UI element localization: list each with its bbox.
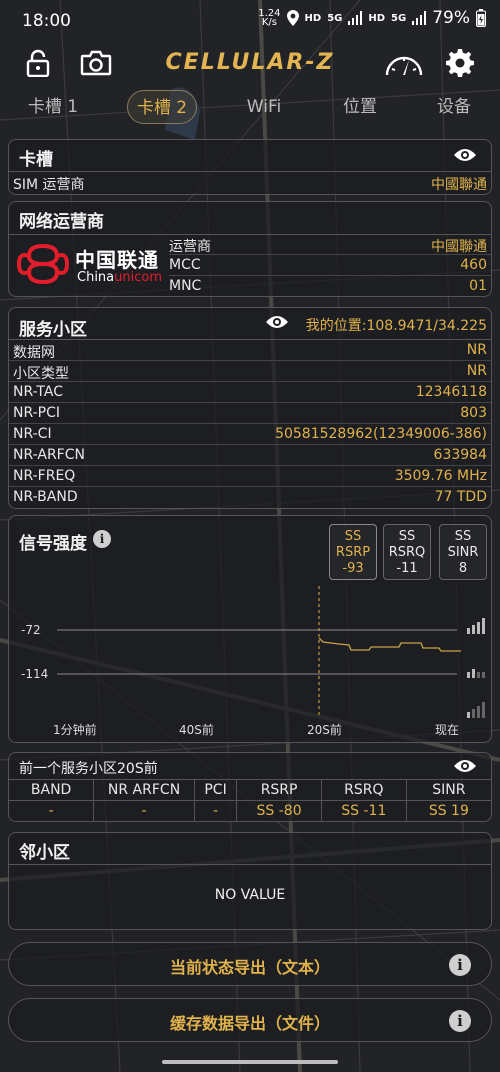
sim-operator-row: SIM 运营商 中國聯通 — [13, 177, 487, 193]
my-location-text: 我的位置:108.9471/34.225 — [305, 318, 487, 334]
status-bar: 18:00 1.24 K/s HD 5G HD 5G 79% — [0, 0, 500, 42]
operator-row: 运营商 中國聯通 — [169, 234, 491, 255]
speedometer-icon — [385, 56, 423, 76]
china-unicom-logo: 中国联通 Chinaunicom — [15, 242, 167, 292]
nr-ci-row: NR-CI 50581528962(12349006-386) — [9, 424, 491, 445]
signal-strength-panel: 信号强度 i SS RSRP -93 SS RSRQ -11 SS SINR 8… — [8, 515, 492, 743]
status-icons: 1.24 K/s HD 5G HD 5G 79% — [258, 8, 486, 28]
mnc-row: MNC 01 — [169, 278, 487, 294]
camera-button[interactable] — [78, 45, 114, 81]
operator-panel-title: 网络运营商 — [19, 212, 104, 232]
eye-icon[interactable] — [453, 145, 477, 165]
export-text-button[interactable]: 当前状态导出（文本） i — [8, 942, 492, 986]
tab-location[interactable]: 位置 — [330, 90, 390, 124]
operator-info-rows: 运营商 中國聯通 MCC 460 MNC 01 — [169, 234, 491, 296]
lock-icon — [26, 49, 50, 77]
signal-bars-icon-1 — [348, 11, 363, 25]
hd-badge-1: HD — [304, 12, 322, 24]
hd-badge-2: HD — [368, 12, 386, 24]
serving-cell-panel: 服务小区 我的位置:108.9471/34.225 数据网 NR 小区类型 NR N… — [8, 307, 492, 509]
previous-cell-title: 前一个服务小区20S前 — [19, 761, 158, 777]
x-label-1min: 1分钟前 — [53, 723, 97, 737]
tab-slot-2[interactable]: 卡槽 2 — [127, 90, 197, 124]
logo-en-text: Chinaunicom — [77, 270, 162, 285]
info-icon[interactable]: i — [449, 954, 471, 976]
speedtest-button[interactable] — [382, 45, 426, 81]
neighbor-cell-panel: 邻小区 NO VALUE — [8, 832, 492, 930]
sim-panel-title: 卡槽 — [19, 150, 53, 170]
previous-cell-table: BAND NR ARFCN PCI RSRP RSRQ SINR - - - S… — [9, 779, 491, 821]
location-icon — [286, 10, 299, 26]
nr-tac-row: NR-TAC 12346118 — [9, 382, 491, 403]
network-type-2: 5G — [391, 12, 407, 24]
nr-band-row: NR-BAND 77 TDD — [13, 489, 487, 505]
mcc-row: MCC 460 — [169, 255, 491, 276]
battery-charging-icon — [476, 9, 486, 27]
net-speed: 1.24 K/s — [258, 8, 281, 28]
data-network-row: 数据网 NR — [9, 340, 491, 361]
unicom-knot-icon — [17, 244, 69, 285]
eye-icon[interactable] — [453, 756, 477, 776]
top-toolbar: CELLULAR-Z — [0, 42, 500, 86]
y-label-top: -72 — [21, 623, 41, 637]
signal-graph — [57, 586, 485, 718]
nr-pci-row: NR-PCI 803 — [9, 403, 491, 424]
y-label-bottom: -114 — [21, 667, 49, 681]
app-logo: CELLULAR-Z — [165, 50, 335, 75]
table-header-row: BAND NR ARFCN PCI RSRP RSRQ SINR — [9, 779, 491, 801]
serving-cell-title: 服务小区 — [19, 320, 87, 340]
table-row: - - - SS -80 SS -11 SS 19 — [9, 800, 491, 821]
previous-cell-header: 前一个服务小区20S前 — [9, 753, 491, 779]
settings-button[interactable] — [442, 45, 478, 81]
sim-panel-header: 卡槽 — [9, 140, 491, 172]
logo-cn-text: 中国联通 — [75, 248, 159, 272]
neighbor-cell-title: 邻小区 — [19, 843, 70, 863]
nr-arfcn-row: NR-ARFCN 633984 — [9, 445, 491, 466]
gear-icon — [446, 49, 474, 77]
x-label-40s: 40S前 — [179, 723, 214, 737]
nr-freq-row: NR-FREQ 3509.76 MHz — [9, 466, 491, 487]
operator-panel: 网络运营商 中国联通 Chinaunicom 运营商 中國聯通 MCC 460 … — [8, 201, 492, 297]
previous-cell-panel: 前一个服务小区20S前 BAND NR ARFCN PCI RSRP RSRQ … — [8, 752, 492, 822]
camera-icon — [80, 50, 112, 76]
neighbor-cell-header: 邻小区 — [9, 833, 491, 865]
tab-bar: 卡槽 1 卡槽 2 WiFi 位置 设备 — [0, 90, 500, 128]
export-file-button[interactable]: 缓存数据导出（文件） i — [8, 998, 492, 1042]
sim-panel: 卡槽 SIM 运营商 中國聯通 — [8, 139, 492, 195]
x-label-20s: 20S前 — [307, 723, 342, 737]
status-time: 18:00 — [22, 11, 71, 31]
cell-type-row: 小区类型 NR — [9, 361, 491, 382]
tab-wifi[interactable]: WiFi — [232, 90, 296, 124]
info-icon[interactable]: i — [449, 1010, 471, 1032]
battery-percent: 79% — [432, 8, 470, 28]
operator-panel-header: 网络运营商 — [9, 202, 491, 234]
lock-button[interactable] — [20, 45, 56, 81]
signal-bars-icon-2 — [412, 11, 427, 25]
signal-bars-icon — [467, 618, 485, 718]
no-value-text: NO VALUE — [214, 887, 286, 903]
serving-cell-header: 服务小区 我的位置:108.9471/34.225 — [9, 308, 491, 340]
x-label-now: 现在 — [435, 723, 460, 737]
home-indicator[interactable] — [162, 1060, 338, 1064]
eye-icon[interactable] — [265, 312, 289, 332]
tab-device[interactable]: 设备 — [424, 90, 484, 124]
tab-slot-1[interactable]: 卡槽 1 — [14, 90, 92, 124]
network-type-1: 5G — [327, 12, 343, 24]
